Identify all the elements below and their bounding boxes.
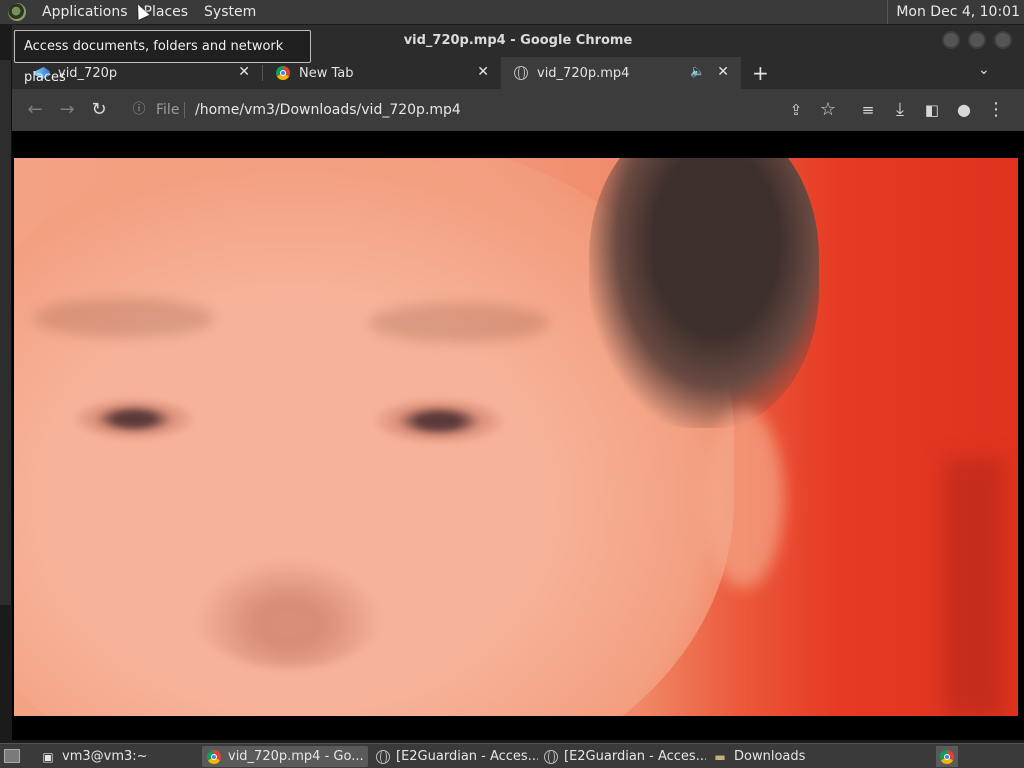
chrome-icon [275,65,291,81]
video-frame-eye [74,398,194,440]
video-frame-brow [369,303,549,343]
taskbar: ▣ vm3@vm3:~ vid_720p.mp4 - Go... [E2Guar… [0,743,1024,768]
omnibox-separator [184,102,185,118]
taskbar-item-label: [E2Guardian - Acces... [396,749,538,764]
video-letterbox-bottom [14,716,1020,740]
taskbar-item-label: vm3@vm3:~ [62,749,148,764]
chrome-icon [206,749,222,765]
video-frame-ear [704,408,784,588]
new-tab-button[interactable]: + [752,61,769,85]
toolbar: ← → ↻ ⓘ File /home/vm3/Downloads/vid_720… [12,89,1024,131]
places-tooltip: Access documents, folders and network pl… [14,30,311,85]
taskbar-item-e2guardian-1[interactable]: [E2Guardian - Acces... [372,746,538,767]
taskbar-item-label: vid_720p.mp4 - Go... [228,749,364,764]
clock[interactable]: Mon Dec 4, 10:01 [887,0,1020,24]
video-frame-eye [374,398,504,444]
maximize-button[interactable] [968,31,986,49]
share-icon[interactable]: ⇪ [785,99,807,121]
side-panel-icon[interactable]: ◧ [921,99,943,121]
tab-vid-720p-mp4[interactable]: vid_720p.mp4 🔈 ✕ [501,57,741,89]
globe-icon [513,65,529,81]
video-frame-nose [194,558,384,668]
distro-logo-icon[interactable] [8,3,26,21]
close-tab-icon[interactable]: ✕ [477,64,489,80]
taskbar-item-chrome[interactable]: vid_720p.mp4 - Go... [202,746,368,767]
back-icon[interactable]: ← [24,99,46,121]
terminal-icon: ▣ [42,749,54,764]
taskbar-item-label: Downloads [734,749,806,764]
globe-icon [376,749,390,765]
tray-chrome-icon[interactable] [936,746,958,767]
taskbar-item-e2guardian-2[interactable]: [E2Guardian - Acces... [540,746,706,767]
globe-icon [544,749,558,765]
bookmark-star-icon[interactable]: ☆ [817,99,839,121]
download-icon[interactable]: ⤓ [889,99,911,121]
minimize-button[interactable] [942,31,960,49]
info-icon[interactable]: ⓘ [128,99,150,121]
background-window-edge [0,60,12,605]
folder-icon: ▬ [714,749,726,764]
video-player[interactable] [14,158,1018,716]
menu-system[interactable]: System [196,0,264,24]
forward-icon[interactable]: → [56,99,78,121]
close-tab-icon[interactable]: ✕ [238,64,250,80]
reload-icon[interactable]: ↻ [88,99,110,121]
taskbar-item-downloads[interactable]: ▬ Downloads [708,746,874,767]
tab-search-chevron-icon[interactable]: ⌄ [978,62,990,78]
chrome-window: vid_720p.mp4 - Google Chrome vid_720p ✕ … [12,25,1024,740]
omnibox-file-label: File [156,102,180,118]
tab-label: vid_720p [58,65,118,81]
close-tab-icon[interactable]: ✕ [717,64,729,80]
menu-kebab-icon[interactable]: ⋮ [985,99,1007,121]
video-frame-brow [34,298,214,338]
close-window-button[interactable] [994,31,1012,49]
top-panel: Applications Places System Mon Dec 4, 10… [0,0,1024,24]
show-desktop-icon[interactable] [4,749,20,763]
taskbar-item-label: [E2Guardian - Acces... [564,749,706,764]
omnibox-url[interactable]: /home/vm3/Downloads/vid_720p.mp4 [195,99,461,121]
tab-label: vid_720p.mp4 [537,65,630,81]
taskbar-item-terminal[interactable]: ▣ vm3@vm3:~ [36,746,200,767]
video-frame-shade [944,458,1004,716]
speaker-icon[interactable]: 🔈 [690,64,705,78]
media-controls-icon[interactable]: ≡ [857,99,879,121]
video-letterbox-top [14,131,1020,158]
video-frame-hair [589,158,819,428]
tab-label: New Tab [299,65,354,81]
menu-applications[interactable]: Applications [34,0,136,24]
profile-icon[interactable]: ● [953,99,975,121]
